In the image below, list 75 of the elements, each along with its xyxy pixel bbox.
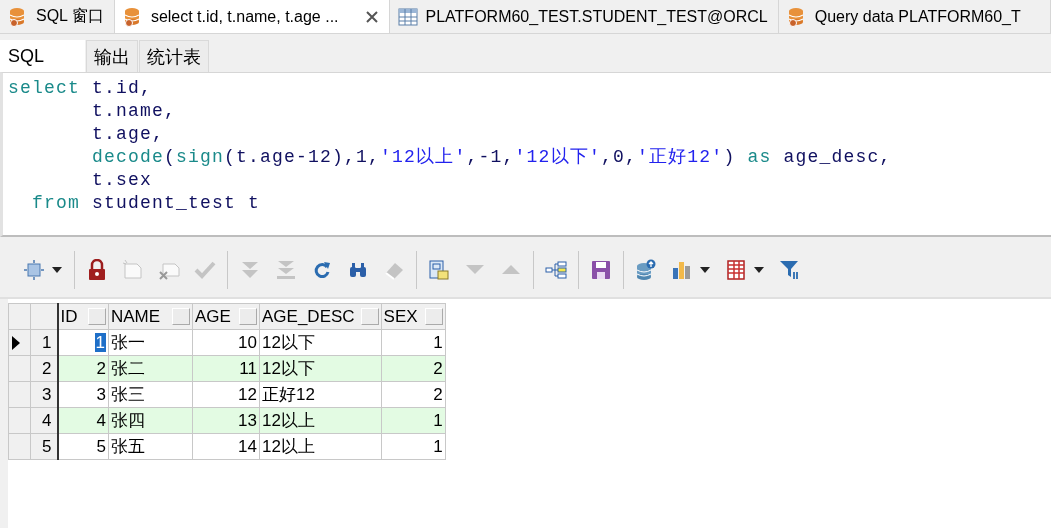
column-menu-button[interactable]	[239, 308, 257, 325]
table-cell: 张一	[111, 333, 145, 352]
check-icon	[194, 259, 216, 281]
table-cell: 4	[96, 410, 106, 430]
table-cell: 张二	[111, 359, 145, 378]
query-form-button[interactable]	[426, 257, 452, 283]
table-cell: 13	[238, 410, 257, 430]
table-cell: 14	[238, 436, 257, 456]
table-cell: 张五	[111, 437, 145, 456]
table-cell: 12以下	[262, 359, 315, 378]
header-corner	[30, 303, 58, 330]
code-line: t.sex	[91, 169, 153, 192]
table-cell: 1	[433, 436, 443, 456]
column-name: SEX	[383, 306, 418, 327]
form-icon	[428, 259, 450, 281]
column-header[interactable]: NAME	[108, 303, 193, 330]
column-header[interactable]: SEX	[381, 303, 446, 330]
column-menu-button[interactable]	[424, 308, 443, 325]
column-name: AGE_DESC	[262, 306, 355, 327]
table-cell: 张四	[111, 411, 145, 430]
table-cell: 12以上	[262, 411, 315, 430]
column-menu-button[interactable]	[172, 308, 190, 325]
view-tab[interactable]: SQL	[0, 40, 86, 72]
table-cell: 10	[238, 332, 257, 352]
table-cell: 5	[96, 436, 106, 456]
code-line: t.name,	[91, 100, 177, 123]
column-menu-button[interactable]	[360, 308, 379, 325]
table-cell: 12以上	[262, 437, 315, 456]
editor-tab[interactable]: select t.id, t.name, t.age ...	[114, 0, 390, 33]
down-to-bar-icon	[275, 259, 297, 281]
page-icon	[122, 259, 144, 281]
lock-icon	[86, 259, 108, 281]
caret-icon	[753, 266, 765, 274]
table-cell: 2	[433, 358, 443, 378]
caret-icon	[51, 266, 63, 274]
table-cell: 2	[433, 384, 443, 404]
spreadsheet-icon	[725, 259, 747, 281]
code-line: select t.id,	[8, 77, 153, 100]
close-icon	[364, 9, 379, 24]
column-name: ID	[60, 306, 78, 327]
table-cell: 11	[239, 358, 257, 378]
row-indicator[interactable]	[8, 329, 31, 356]
column-header[interactable]: ID	[57, 303, 109, 330]
table-cell: 1	[433, 410, 443, 430]
column-menu-button[interactable]	[88, 308, 106, 325]
table-cell: 1	[433, 332, 443, 352]
column-header[interactable]: AGE	[192, 303, 260, 330]
view-tab[interactable]: 输出	[86, 40, 139, 72]
table-cell: 张三	[111, 385, 145, 404]
column-header[interactable]: AGE_DESC	[259, 303, 382, 330]
column-name: NAME	[111, 306, 161, 327]
editor-tab[interactable]: PLATFORM60_TEST.STUDENT_TEST@ORCL	[389, 0, 779, 33]
current-row-icon	[11, 334, 21, 351]
caret-icon	[699, 266, 711, 274]
editor-tab[interactable]: Query data PLATFORM60_T	[778, 0, 1051, 33]
table-cell: 12	[238, 384, 257, 404]
table-cell: 2	[96, 358, 106, 378]
table-cell: 3	[96, 384, 106, 404]
view-tab[interactable]: 统计表	[139, 40, 210, 72]
code-line: from student_test t	[31, 192, 261, 215]
table-cell: 12以下	[262, 333, 315, 352]
header-corner	[8, 303, 31, 330]
column-name: AGE	[195, 306, 231, 327]
code-line: t.age,	[91, 123, 165, 146]
table-cell: 正好12	[262, 385, 315, 404]
tree-icon	[545, 259, 567, 281]
frame-icon	[23, 259, 45, 281]
select-button[interactable]	[21, 257, 65, 283]
table-icon	[397, 7, 418, 26]
bar-chart-icon	[671, 259, 693, 281]
table-cell: 1	[94, 332, 106, 352]
editor-tab[interactable]: SQL 窗口	[0, 0, 115, 33]
code-line: decode(sign(t.age-12),1,'12以上',-1,'12以下',0,'正好12') as age_desc,	[91, 146, 892, 169]
filter-icon	[779, 259, 801, 281]
database-upload-icon	[635, 259, 657, 281]
